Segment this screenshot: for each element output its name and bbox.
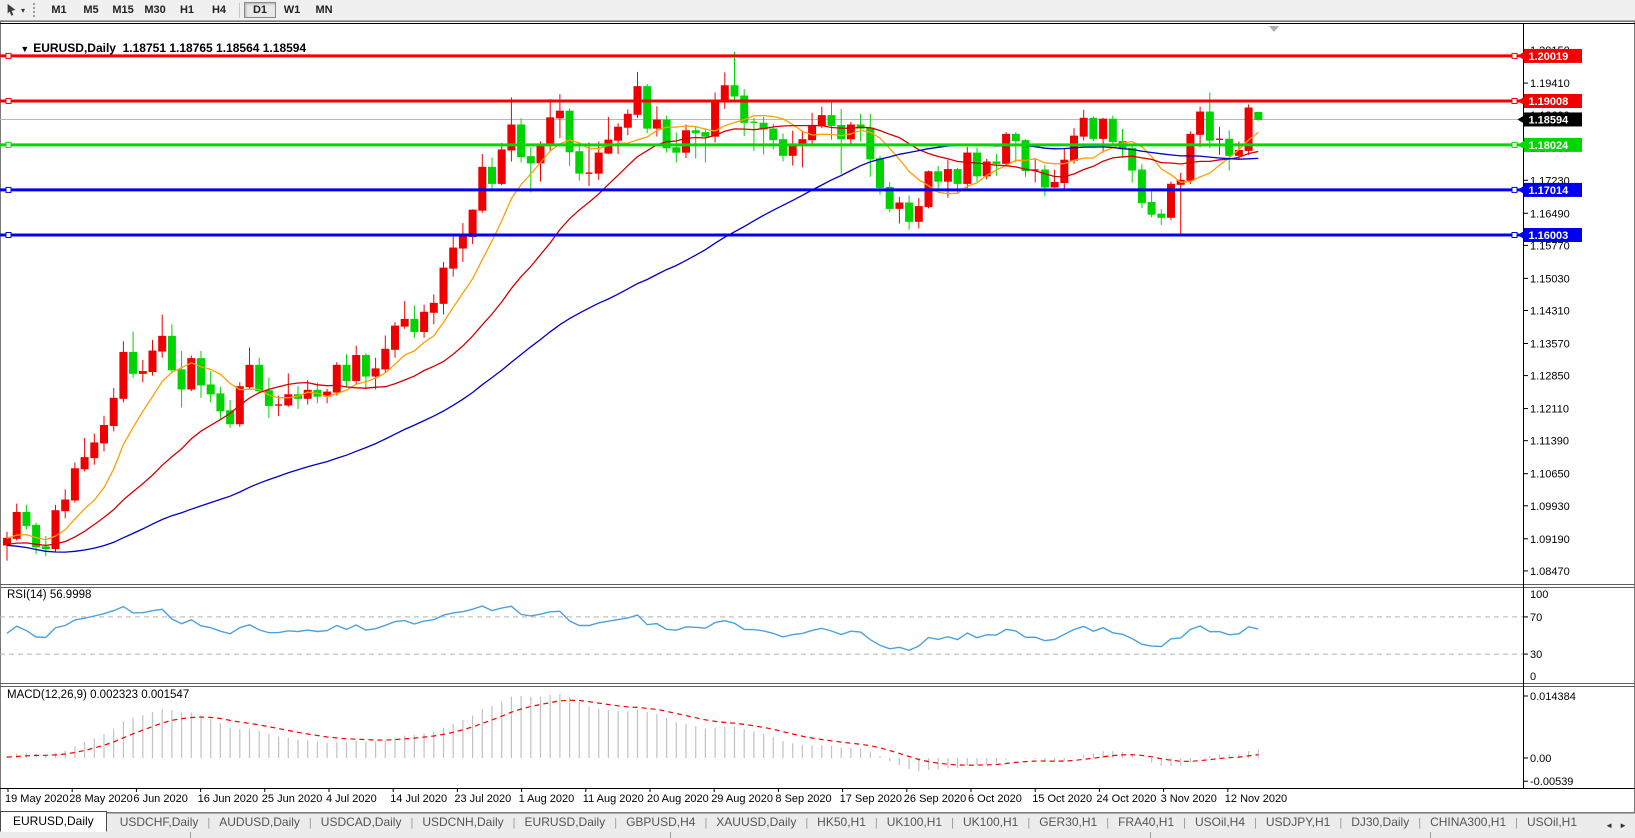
svg-text:0.00: 0.00 [1530, 753, 1551, 765]
svg-text:1.19410: 1.19410 [1530, 78, 1570, 90]
timeframe-button-d1[interactable]: D1 [244, 2, 276, 18]
price-tag-1.20019: 1.20019 [1518, 49, 1583, 63]
chart-tab-eurusd-daily[interactable]: EURUSD,Daily [516, 813, 615, 832]
svg-text:1.12110: 1.12110 [1530, 404, 1569, 416]
svg-text:6 Jun 2020: 6 Jun 2020 [133, 793, 187, 805]
svg-text:30: 30 [1530, 649, 1542, 661]
svg-text:26 Sep 2020: 26 Sep 2020 [904, 793, 966, 805]
chart-tab-audusd-daily[interactable]: AUDUSD,Daily [210, 813, 309, 832]
svg-text:28 May 2020: 28 May 2020 [69, 793, 133, 805]
svg-text:-0.00539: -0.00539 [1530, 776, 1573, 788]
cursor-dropdown-caret-icon[interactable]: ▾ [21, 6, 25, 15]
cursor-tool-icon[interactable] [3, 1, 21, 19]
svg-text:3 Nov 2020: 3 Nov 2020 [1161, 793, 1217, 805]
svg-text:1.18594: 1.18594 [1529, 114, 1570, 126]
price-tag-1.16003: 1.16003 [1518, 228, 1583, 242]
chart-tab-uk100-h1[interactable]: UK100,H1 [878, 813, 951, 832]
toolbar-separator [239, 3, 240, 18]
svg-text:1.17014: 1.17014 [1529, 185, 1570, 197]
status-strip [0, 832, 1635, 838]
svg-text:25 Jun 2020: 25 Jun 2020 [262, 793, 323, 805]
svg-text:1 Aug 2020: 1 Aug 2020 [519, 793, 575, 805]
chart-tab-xauusd-daily[interactable]: XAUUSD,Daily [707, 813, 805, 832]
chart-tab-usdchf-daily[interactable]: USDCHF,Daily [111, 813, 208, 832]
tab-scroll-left-icon[interactable]: ◄ [1605, 821, 1613, 830]
svg-text:1.12850: 1.12850 [1530, 371, 1570, 383]
svg-text:1.16490: 1.16490 [1530, 208, 1570, 220]
svg-text:19 May 2020: 19 May 2020 [5, 793, 69, 805]
timeframe-button-mn[interactable]: MN [308, 2, 340, 18]
timeframe-button-h4[interactable]: H4 [203, 2, 235, 18]
svg-text:70: 70 [1530, 612, 1542, 624]
svg-text:1.10650: 1.10650 [1530, 469, 1570, 481]
svg-text:1.18024: 1.18024 [1529, 140, 1570, 152]
timeframe-button-m5[interactable]: M5 [75, 2, 107, 18]
timeframe-button-group: M1M5M15M30H1H4 D1W1MN [43, 0, 340, 21]
chart-tab-china300-h1[interactable]: CHINA300,H1 [1421, 813, 1515, 832]
svg-text:16 Jun 2020: 16 Jun 2020 [198, 793, 259, 805]
svg-text:1.20019: 1.20019 [1529, 51, 1569, 63]
svg-text:6 Oct 2020: 6 Oct 2020 [968, 793, 1022, 805]
svg-text:1.19008: 1.19008 [1529, 96, 1569, 108]
chart-tab-dj30-daily[interactable]: DJ30,Daily [1342, 813, 1418, 832]
toolbar: ▾ M1M5M15M30H1H4 D1W1MN [0, 0, 1635, 21]
tab-scroll-right-icon[interactable]: ► [1619, 821, 1627, 830]
svg-text:12 Nov 2020: 12 Nov 2020 [1225, 793, 1287, 805]
timeframe-button-h1[interactable]: H1 [171, 2, 203, 18]
svg-text:14 Jul 2020: 14 Jul 2020 [390, 793, 447, 805]
svg-text:1.14310: 1.14310 [1530, 305, 1570, 317]
svg-text:0: 0 [1530, 671, 1536, 683]
svg-text:0.014384: 0.014384 [1530, 691, 1576, 703]
svg-text:8 Sep 2020: 8 Sep 2020 [775, 793, 831, 805]
svg-text:20 Aug 2020: 20 Aug 2020 [647, 793, 709, 805]
chart-canvas[interactable]: 1.201501.194101.186901.179501.172301.164… [0, 21, 1635, 813]
svg-text:1.08470: 1.08470 [1530, 566, 1570, 578]
chart-tab-hk50-h1[interactable]: HK50,H1 [808, 813, 875, 832]
svg-text:17 Sep 2020: 17 Sep 2020 [840, 793, 902, 805]
svg-text:1.11390: 1.11390 [1530, 436, 1569, 448]
svg-text:23 Jul 2020: 23 Jul 2020 [454, 793, 511, 805]
chart-tab-gbpusd-h4[interactable]: GBPUSD,H4 [617, 813, 704, 832]
svg-text:1.13570: 1.13570 [1530, 338, 1570, 350]
chart-tab-eurusd-daily[interactable]: EURUSD,Daily [0, 811, 107, 832]
svg-text:1.15770: 1.15770 [1530, 240, 1570, 252]
chart-tab-bar: EURUSD,DailyUSDCHF,Daily|AUDUSD,Daily|US… [0, 813, 1635, 832]
svg-text:100: 100 [1530, 589, 1548, 601]
timeframe-button-w1[interactable]: W1 [276, 2, 308, 18]
price-tag-1.17014: 1.17014 [1518, 183, 1583, 197]
chart-tab-usoil-h4[interactable]: USOil,H4 [1186, 813, 1254, 832]
price-tag-1.18024: 1.18024 [1518, 138, 1583, 152]
svg-text:1.09930: 1.09930 [1530, 501, 1570, 513]
timeframe-button-m15[interactable]: M15 [107, 2, 139, 18]
svg-text:11 Aug 2020: 11 Aug 2020 [583, 793, 644, 805]
current-price-tag: 1.18594 [1518, 112, 1583, 126]
svg-text:1.16003: 1.16003 [1529, 230, 1569, 242]
timeframe-button-m30[interactable]: M30 [139, 2, 171, 18]
svg-text:1.15030: 1.15030 [1530, 273, 1570, 285]
tab-scroll-controls: ◄ ► [1605, 821, 1635, 832]
chart-tab-usdjpy-h1[interactable]: USDJPY,H1 [1257, 813, 1339, 832]
chart-tab-usdcnh-daily[interactable]: USDCNH,Daily [413, 813, 512, 832]
toolbar-grip-handle[interactable] [33, 3, 35, 17]
svg-text:1.09190: 1.09190 [1530, 534, 1570, 546]
chart-tab-fra40-h1[interactable]: FRA40,H1 [1109, 813, 1183, 832]
chart-tab-usoil-h1[interactable]: USOil,H1 [1518, 813, 1586, 832]
timeframe-button-m1[interactable]: M1 [43, 2, 75, 18]
svg-text:15 Oct 2020: 15 Oct 2020 [1032, 793, 1092, 805]
chart-window: 1.201501.194101.186901.179501.172301.164… [0, 21, 1635, 813]
svg-text:4 Jul 2020: 4 Jul 2020 [326, 793, 377, 805]
chart-tab-uk100-h1[interactable]: UK100,H1 [954, 813, 1027, 832]
price-tag-1.19008: 1.19008 [1518, 94, 1583, 108]
svg-text:24 Oct 2020: 24 Oct 2020 [1096, 793, 1156, 805]
svg-text:29 Aug 2020: 29 Aug 2020 [711, 793, 773, 805]
chart-tab-ger30-h1[interactable]: GER30,H1 [1030, 813, 1106, 832]
chart-tab-usdcad-daily[interactable]: USDCAD,Daily [312, 813, 411, 832]
